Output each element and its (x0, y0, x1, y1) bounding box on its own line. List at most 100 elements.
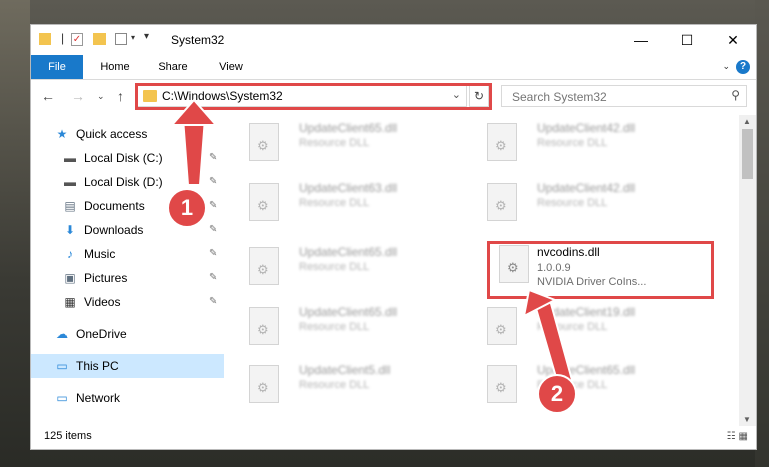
customize-quick-access-icon[interactable] (115, 33, 127, 45)
sidebar-item-onedrive[interactable]: ☁ OneDrive (31, 322, 224, 346)
tab-home[interactable]: Home (93, 55, 137, 79)
file-name: UpdateClient65.dll (299, 305, 398, 319)
list-item[interactable]: ⚙ UpdateClient65.dll Resource DLL (231, 117, 461, 163)
pin-icon[interactable]: ✎ (209, 194, 217, 218)
list-item[interactable]: ⚙ UpdateClient19.dll Resource DLL (469, 301, 699, 347)
sidebar-item-label: Pictures (84, 271, 128, 285)
scroll-down-icon[interactable]: ▼ (743, 415, 751, 424)
file-description: Resource DLL (537, 197, 608, 209)
sidebar-item-music[interactable]: ♪ Music ✎ (31, 242, 224, 266)
dll-file-icon: ⚙ (249, 123, 279, 161)
pin-icon[interactable]: ✎ (209, 266, 217, 290)
navigation-bar: ← → ⌄ ↑ C:\Windows\System32 ⌄ ↻ ⚲ (31, 80, 756, 112)
sidebar-item-label: Quick access (76, 127, 148, 141)
sidebar-item-label: Downloads (84, 223, 144, 237)
video-icon: ▦ (64, 295, 76, 309)
help-icon[interactable]: ? (736, 60, 750, 74)
sidebar-item-local-disk-c[interactable]: ▬ Local Disk (C:) ✎ (31, 146, 224, 170)
recent-locations-icon[interactable]: ⌄ (97, 91, 105, 102)
pin-icon[interactable]: ✎ (209, 218, 217, 242)
file-description: Resource DLL (299, 137, 370, 149)
sidebar-item-videos[interactable]: ▦ Videos ✎ (31, 290, 224, 314)
search-input[interactable] (510, 89, 714, 105)
dll-file-icon: ⚙ (249, 247, 279, 285)
file-name: UpdateClient42.dll (537, 121, 636, 135)
desktop-background-right (755, 0, 769, 467)
file-name: UpdateClient63.dll (299, 181, 398, 195)
forward-arrow-icon[interactable]: → (71, 88, 85, 104)
computer-icon: ▭ (56, 359, 68, 373)
minimize-button[interactable]: — (618, 25, 664, 55)
vertical-scrollbar[interactable]: ▲ ▼ (739, 115, 756, 426)
sidebar-item-network[interactable]: ▭ Network (31, 386, 224, 410)
sidebar-item-quick-access[interactable]: ★ Quick access (31, 122, 224, 146)
drive-icon: ▬ (64, 151, 76, 165)
close-button[interactable]: ✕ (710, 25, 756, 55)
file-description: Resource DLL (299, 321, 370, 333)
dll-file-icon: ⚙ (487, 365, 517, 403)
sidebar-item-label: OneDrive (76, 327, 127, 341)
tab-share[interactable]: Share (151, 55, 195, 79)
pictures-icon: ▣ (64, 271, 76, 285)
search-icon[interactable]: ⚲ (731, 88, 740, 102)
list-item[interactable]: ⚙ UpdateClient5.dll Resource DLL (231, 359, 461, 405)
download-icon: ⬇ (64, 223, 76, 237)
file-description: Resource DLL (299, 197, 370, 209)
dll-file-icon: ⚙ (487, 307, 517, 345)
window-title: System32 (171, 33, 225, 47)
sidebar-item-this-pc[interactable]: ▭ This PC (31, 354, 224, 378)
sidebar-item-label: Local Disk (D:) (84, 175, 163, 189)
explorer-window: | ✓ ▾ ▾ System32 — ☐ ✕ File Home Share V… (30, 24, 757, 450)
chevron-down-icon[interactable]: ▾ (131, 33, 135, 42)
new-folder-icon[interactable] (93, 33, 106, 45)
file-description: Resource DLL (299, 261, 370, 273)
scroll-up-icon[interactable]: ▲ (743, 117, 751, 126)
search-box[interactable]: ⚲ (501, 85, 747, 107)
expand-ribbon-icon[interactable]: ⌄ (722, 61, 730, 72)
list-item[interactable]: ⚙ UpdateClient42.dll Resource DLL (469, 177, 699, 223)
item-count: 125 items (44, 430, 92, 442)
file-name: UpdateClient65.dll (537, 363, 636, 377)
sidebar-item-downloads[interactable]: ⬇ Downloads ✎ (31, 218, 224, 242)
pin-icon[interactable]: ✎ (209, 242, 217, 266)
list-item[interactable]: ⚙ UpdateClient42.dll Resource DLL (469, 117, 699, 163)
sidebar-item-local-disk-d[interactable]: ▬ Local Disk (D:) ✎ (31, 170, 224, 194)
maximize-button[interactable]: ☐ (664, 25, 710, 55)
drive-icon: ▬ (64, 175, 76, 189)
file-description: Resource DLL (537, 379, 608, 391)
file-name: UpdateClient65.dll (299, 121, 398, 135)
dll-file-icon: ⚙ (249, 307, 279, 345)
properties-icon[interactable]: ✓ (71, 33, 83, 46)
file-name: UpdateClient42.dll (537, 181, 636, 195)
title-bar: | ✓ ▾ ▾ System32 — ☐ ✕ (31, 25, 756, 55)
tab-view[interactable]: View (209, 55, 253, 79)
sidebar-item-label: Network (76, 391, 121, 405)
sidebar-item-pictures[interactable]: ▣ Pictures ✎ (31, 266, 224, 290)
star-icon: ★ (56, 127, 68, 141)
document-icon: ▤ (64, 199, 76, 213)
address-highlight-box (135, 83, 492, 110)
scrollbar-thumb[interactable] (742, 129, 753, 179)
list-item[interactable]: ⚙ UpdateClient65.dll Resource DLL (231, 301, 461, 347)
dll-file-icon: ⚙ (249, 365, 279, 403)
desktop-background-left (0, 0, 30, 467)
file-name: UpdateClient65.dll (299, 245, 398, 259)
file-name: UpdateClient19.dll (537, 305, 636, 319)
tab-file[interactable]: File (31, 55, 83, 79)
toolbar-dropdown-icon[interactable]: ▾ (144, 31, 149, 42)
view-toggle-icons[interactable]: ☷ ▦ (727, 431, 748, 442)
dll-file-icon: ⚙ (249, 183, 279, 221)
pin-icon[interactable]: ✎ (209, 290, 217, 314)
back-arrow-icon[interactable]: ← (41, 88, 55, 104)
pin-icon[interactable]: ✎ (209, 146, 217, 170)
sidebar-item-label: This PC (76, 359, 119, 373)
list-item[interactable]: ⚙ UpdateClient65.dll Resource DLL (231, 241, 461, 287)
sidebar-item-documents[interactable]: ▤ Documents ✎ (31, 194, 224, 218)
sidebar-item-label: Videos (84, 295, 121, 309)
list-item[interactable]: ⚙ UpdateClient65.dll Resource DLL (469, 359, 699, 405)
pin-icon[interactable]: ✎ (209, 170, 217, 194)
list-item[interactable]: ⚙ UpdateClient63.dll Resource DLL (231, 177, 461, 223)
up-arrow-icon[interactable]: ↑ (117, 88, 124, 104)
music-icon: ♪ (67, 247, 73, 261)
file-name: UpdateClient5.dll (299, 363, 391, 377)
